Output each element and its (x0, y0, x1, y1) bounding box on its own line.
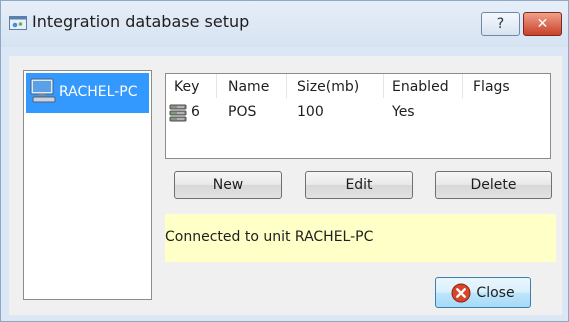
column-header-enabled[interactable]: Enabled (392, 79, 449, 95)
column-divider[interactable] (286, 74, 287, 98)
cell-key: 6 (191, 104, 200, 120)
database-icon (169, 104, 187, 122)
table-row[interactable]: 6 POS 100 Yes (166, 101, 550, 125)
help-icon: ? (496, 16, 505, 32)
app-icon (9, 16, 27, 30)
close-button-label: Close (476, 284, 515, 301)
column-header-key[interactable]: Key (174, 79, 199, 95)
help-button[interactable]: ? (481, 12, 520, 36)
cell-size: 100 (297, 104, 324, 120)
dialog-body: RACHEL-PC Key Name Size(mb) Enabled Flag… (9, 56, 562, 315)
unit-label: RACHEL-PC (59, 84, 138, 100)
column-divider[interactable] (216, 74, 217, 98)
status-panel: Connected to unit RACHEL-PC (165, 214, 556, 262)
integration-database-setup-window: Integration database setup ? ✕ RACHEL-PC… (0, 0, 569, 322)
table-header: Key Name Size(mb) Enabled Flags (166, 74, 550, 98)
window-close-button[interactable]: ✕ (523, 12, 562, 36)
close-circle-icon (451, 283, 471, 302)
column-header-flags[interactable]: Flags (473, 79, 510, 95)
edit-button-label: Edit (345, 177, 373, 193)
cell-name: POS (228, 104, 257, 120)
column-header-name[interactable]: Name (228, 79, 269, 95)
close-x-icon: ✕ (536, 16, 549, 32)
delete-button[interactable]: Delete (435, 171, 552, 199)
close-button[interactable]: Close (435, 277, 531, 308)
edit-button[interactable]: Edit (305, 171, 413, 199)
database-table[interactable]: Key Name Size(mb) Enabled Flags 6 POS 10… (165, 73, 551, 159)
computer-icon (30, 78, 56, 103)
column-divider[interactable] (462, 74, 463, 98)
column-header-size[interactable]: Size(mb) (297, 79, 359, 95)
unit-item-rachel-pc[interactable]: RACHEL-PC (26, 73, 149, 113)
column-divider[interactable] (383, 74, 384, 98)
cell-enabled: Yes (392, 104, 415, 120)
title-bar[interactable]: Integration database setup ? ✕ (1, 1, 568, 47)
status-message: Connected to unit RACHEL-PC (165, 229, 374, 245)
unit-list[interactable]: RACHEL-PC (23, 70, 152, 300)
window-title: Integration database setup (32, 12, 250, 31)
new-button[interactable]: New (174, 171, 282, 199)
delete-button-label: Delete (470, 177, 517, 193)
new-button-label: New (212, 177, 244, 193)
